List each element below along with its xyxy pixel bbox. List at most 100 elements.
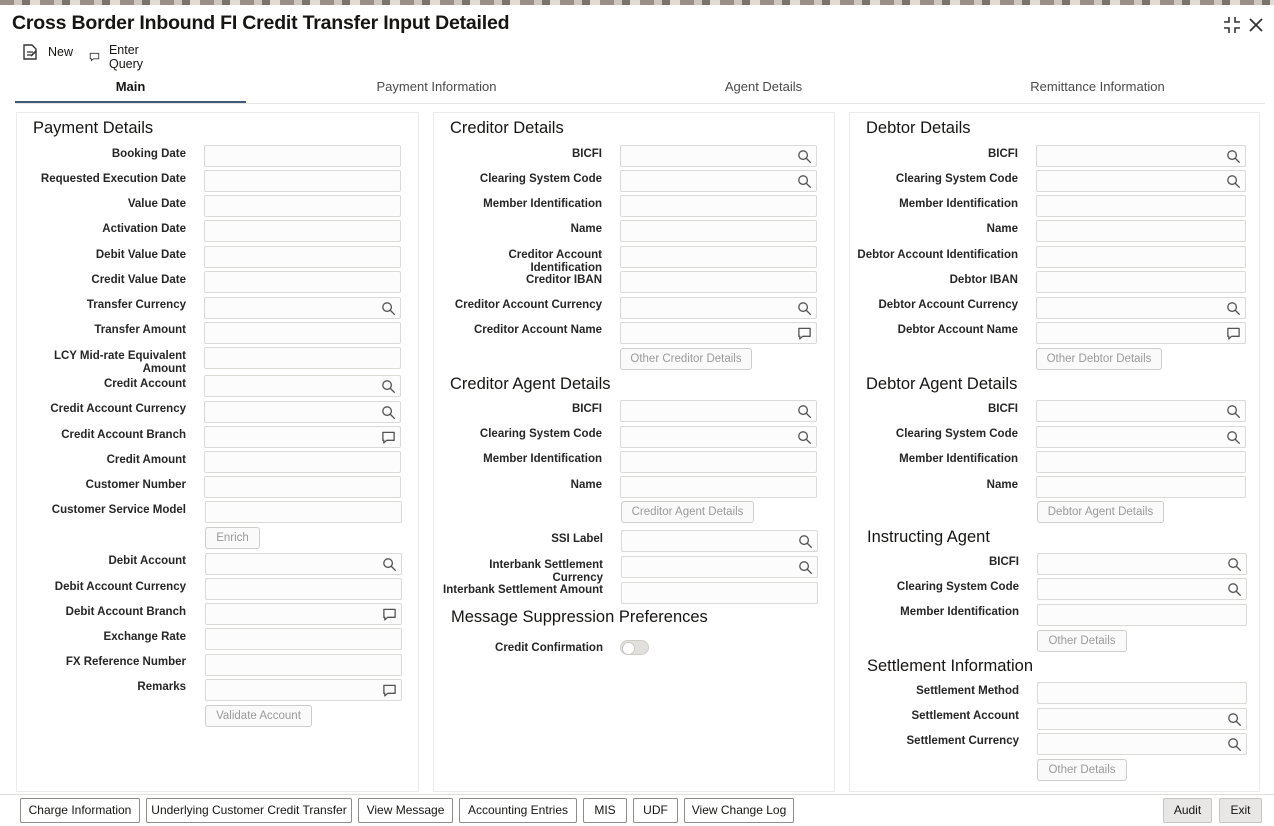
settlement-method-field[interactable] xyxy=(1037,682,1247,704)
creditor-agent-name-field[interactable] xyxy=(620,476,817,498)
debtor-account-identification-field[interactable] xyxy=(1036,246,1246,268)
debit-account-branch-field[interactable] xyxy=(205,603,402,625)
exit-button[interactable]: Exit xyxy=(1219,798,1262,823)
transfer-amount-field[interactable] xyxy=(204,322,401,344)
creditor-member-identification-field[interactable] xyxy=(620,195,817,217)
credit-account-branch-field[interactable] xyxy=(204,426,401,448)
tab-main[interactable]: Main xyxy=(15,75,246,103)
close-icon[interactable] xyxy=(1246,15,1266,35)
debit-account-field[interactable] xyxy=(205,553,402,575)
search-icon[interactable] xyxy=(1226,301,1241,316)
search-icon[interactable] xyxy=(382,557,397,572)
search-icon[interactable] xyxy=(1227,737,1242,752)
comment-icon[interactable] xyxy=(382,607,397,622)
activation-date-field[interactable] xyxy=(204,220,401,242)
creditor-name-field[interactable] xyxy=(620,220,817,242)
search-icon[interactable] xyxy=(1226,174,1241,189)
tab-remittance-information[interactable]: Remittance Information xyxy=(965,75,1230,103)
search-icon[interactable] xyxy=(797,174,812,189)
other-debtor-details-button[interactable]: Other Debtor Details xyxy=(1036,348,1162,370)
search-icon[interactable] xyxy=(1227,557,1242,572)
settlement-account-field[interactable] xyxy=(1037,708,1247,730)
instructing-agent-clearing-system-code-field[interactable] xyxy=(1037,578,1247,600)
credit-account-field[interactable] xyxy=(204,375,401,397)
search-icon[interactable] xyxy=(1226,149,1241,164)
creditor-agent-details-button[interactable]: Creditor Agent Details xyxy=(621,501,754,523)
audit-button[interactable]: Audit xyxy=(1163,798,1212,823)
view-change-log-button[interactable]: View Change Log xyxy=(684,798,794,823)
charge-information-button[interactable]: Charge Information xyxy=(20,798,140,823)
search-icon[interactable] xyxy=(381,405,396,420)
debtor-iban-field[interactable] xyxy=(1036,271,1246,293)
creditor-account-currency-field[interactable] xyxy=(620,297,817,319)
search-icon[interactable] xyxy=(797,404,812,419)
customer-number-field[interactable] xyxy=(204,476,401,498)
requested-execution-date-field[interactable] xyxy=(204,170,401,192)
udf-button[interactable]: UDF xyxy=(633,798,678,823)
debtor-bicfi-field[interactable] xyxy=(1036,145,1246,167)
accounting-entries-button[interactable]: Accounting Entries xyxy=(459,798,577,823)
interbank-settlement-amount-field[interactable] xyxy=(621,582,818,604)
creditor-account-identification-field[interactable] xyxy=(620,246,817,268)
tab-payment-information[interactable]: Payment Information xyxy=(315,75,558,103)
value-date-field[interactable] xyxy=(204,195,401,217)
view-message-button[interactable]: View Message xyxy=(358,798,453,823)
creditor-agent-clearing-system-code-field[interactable] xyxy=(620,426,817,448)
credit-confirmation-toggle[interactable] xyxy=(620,640,649,655)
search-icon[interactable] xyxy=(797,301,812,316)
search-icon[interactable] xyxy=(798,534,813,549)
customer-service-model-field[interactable] xyxy=(205,501,402,523)
creditor-clearing-system-code-field[interactable] xyxy=(620,170,817,192)
instructing-agent-bicfi-field[interactable] xyxy=(1037,553,1247,575)
credit-amount-field[interactable] xyxy=(204,451,401,473)
transfer-currency-field[interactable] xyxy=(204,297,401,319)
debtor-account-name-field[interactable] xyxy=(1036,322,1246,344)
debtor-account-currency-field[interactable] xyxy=(1036,297,1246,319)
debtor-agent-bicfi-field[interactable] xyxy=(1036,400,1246,422)
search-icon[interactable] xyxy=(1226,404,1241,419)
settlement-currency-field[interactable] xyxy=(1037,733,1247,755)
new-button[interactable]: New xyxy=(21,43,73,61)
creditor-iban-field[interactable] xyxy=(620,271,817,293)
search-icon[interactable] xyxy=(1226,430,1241,445)
search-icon[interactable] xyxy=(1227,582,1242,597)
enrich-button[interactable]: Enrich xyxy=(205,527,260,549)
fx-reference-number-field[interactable] xyxy=(205,654,402,676)
other-creditor-details-button[interactable]: Other Creditor Details xyxy=(620,348,752,370)
debtor-agent-name-field[interactable] xyxy=(1036,476,1246,498)
search-icon[interactable] xyxy=(798,560,813,575)
credit-value-date-field[interactable] xyxy=(204,271,401,293)
comment-icon[interactable] xyxy=(381,430,396,445)
creditor-agent-bicfi-field[interactable] xyxy=(620,400,817,422)
interbank-settlement-currency-field[interactable] xyxy=(621,556,818,578)
validate-account-button[interactable]: Validate Account xyxy=(205,705,312,727)
credit-account-currency-field[interactable] xyxy=(204,401,401,423)
instructing-agent-other-details-button[interactable]: Other Details xyxy=(1037,630,1127,652)
comment-icon[interactable] xyxy=(797,326,812,341)
creditor-bicfi-field[interactable] xyxy=(620,145,817,167)
debtor-clearing-system-code-field[interactable] xyxy=(1036,170,1246,192)
debtor-name-field[interactable] xyxy=(1036,220,1246,242)
booking-date-field[interactable] xyxy=(204,145,401,167)
comment-icon[interactable] xyxy=(1226,326,1241,341)
exchange-rate-field[interactable] xyxy=(205,628,402,650)
debtor-agent-clearing-system-code-field[interactable] xyxy=(1036,426,1246,448)
debit-value-date-field[interactable] xyxy=(204,246,401,268)
search-icon[interactable] xyxy=(797,149,812,164)
ssi-label-field[interactable] xyxy=(621,530,818,552)
search-icon[interactable] xyxy=(1227,712,1242,727)
search-icon[interactable] xyxy=(381,379,396,394)
settlement-other-details-button[interactable]: Other Details xyxy=(1037,759,1127,781)
tab-agent-details[interactable]: Agent Details xyxy=(635,75,892,103)
comment-icon[interactable] xyxy=(382,683,397,698)
mis-button[interactable]: MIS xyxy=(583,798,627,823)
debit-account-currency-field[interactable] xyxy=(205,578,402,600)
creditor-account-name-field[interactable] xyxy=(620,322,817,344)
search-icon[interactable] xyxy=(797,430,812,445)
debtor-agent-member-identification-field[interactable] xyxy=(1036,451,1246,473)
search-icon[interactable] xyxy=(381,301,396,316)
instructing-agent-member-identification-field[interactable] xyxy=(1037,604,1247,626)
creditor-agent-member-identification-field[interactable] xyxy=(620,451,817,473)
minimize-icon[interactable] xyxy=(1222,15,1242,35)
enter-query-button[interactable]: Enter Query xyxy=(89,43,150,71)
